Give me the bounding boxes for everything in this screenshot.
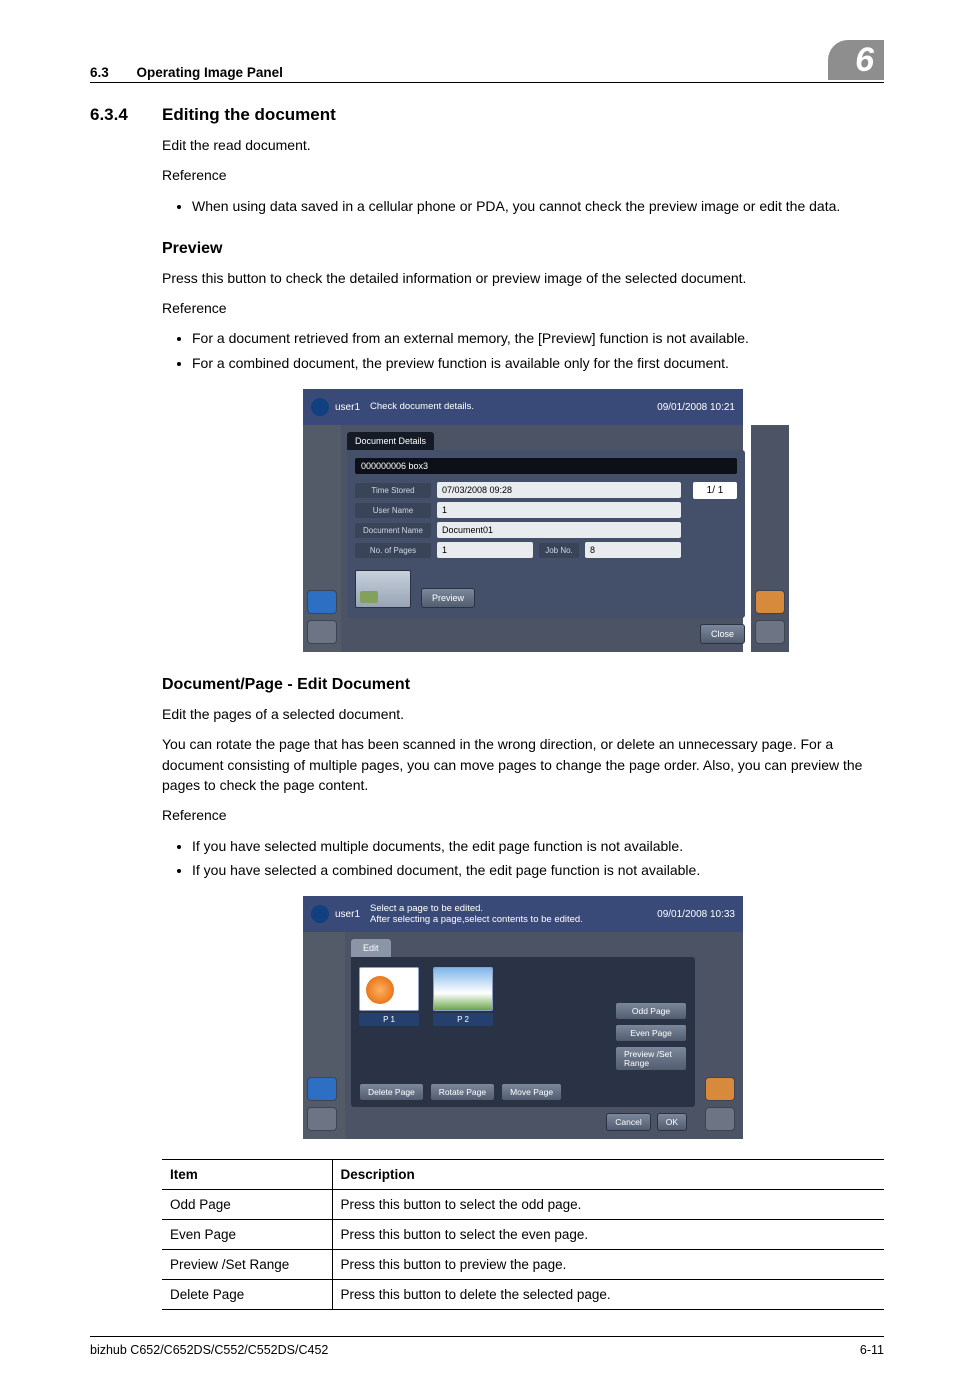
edit-bullet-2: If you have selected a combined document… [192, 860, 884, 880]
rail-icon[interactable] [705, 1077, 735, 1101]
edit-tab[interactable]: Edit [351, 939, 391, 957]
desc-cell: Press this button to delete the selected… [332, 1280, 884, 1310]
footer-model: bizhub C652/C652DS/C552/C552DS/C452 [90, 1343, 328, 1357]
brand-icon [311, 398, 329, 416]
time-stored-value: 07/03/2008 09:28 [437, 482, 681, 498]
edit-document-heading: Document/Page - Edit Document [162, 676, 884, 694]
header-section-number: 6.3 [90, 65, 109, 80]
document-id-bar: 000000006 box3 [355, 458, 737, 474]
preview-bullet-2: For a combined document, the preview fun… [192, 353, 884, 373]
panel-message-line2: After selecting a page,select contents t… [370, 914, 657, 925]
edit-document-paragraph: You can rotate the page that has been sc… [162, 734, 884, 795]
right-icon-rail [751, 425, 789, 652]
running-header: 6.3 Operating Image Panel 6 [90, 40, 884, 83]
close-button[interactable]: Close [700, 624, 745, 644]
header-section-title: Operating Image Panel [137, 65, 283, 80]
preview-heading: Preview [162, 240, 884, 258]
brand-icon [311, 905, 329, 923]
reference-bullet: When using data saved in a cellular phon… [192, 196, 884, 216]
edit-document-intro: Edit the pages of a selected document. [162, 704, 884, 724]
left-icon-rail [303, 932, 345, 1139]
section-number: 6.3.4 [90, 105, 162, 125]
table-row: Even Page Press this button to select th… [162, 1220, 884, 1250]
header-left: 6.3 Operating Image Panel [90, 65, 283, 80]
panel-message: Select a page to be edited. After select… [370, 903, 657, 926]
left-icon-rail [303, 425, 341, 652]
panel-user: user1 [335, 909, 360, 920]
document-details-tab[interactable]: Document Details [347, 432, 434, 450]
edit-page-screenshot: user1 Select a page to be edited. After … [303, 896, 743, 1139]
table-row: Delete Page Press this button to delete … [162, 1280, 884, 1310]
item-cell: Even Page [162, 1220, 332, 1250]
ok-button[interactable]: OK [657, 1113, 687, 1131]
job-no-label: Job No. [539, 543, 579, 558]
document-details-screenshot: user1 Check document details. 09/01/2008… [303, 389, 743, 652]
document-name-label: Document Name [355, 523, 431, 538]
page-thumb-2[interactable]: P 2 [433, 967, 493, 1026]
panel-datetime: 09/01/2008 10:33 [657, 909, 735, 920]
panel-titlebar: user1 Select a page to be edited. After … [303, 896, 743, 932]
footer-page-number: 6-11 [860, 1343, 884, 1357]
reference-label: Reference [162, 805, 884, 825]
rail-icon[interactable] [307, 590, 337, 614]
desc-cell: Press this button to select the even pag… [332, 1220, 884, 1250]
intro-text: Edit the read document. [162, 135, 884, 155]
item-cell: Preview /Set Range [162, 1250, 332, 1280]
user-name-value: 1 [437, 502, 681, 518]
even-page-button[interactable]: Even Page [615, 1024, 687, 1042]
time-stored-label: Time Stored [355, 483, 431, 498]
rail-icon[interactable] [307, 620, 337, 644]
user-name-label: User Name [355, 503, 431, 518]
rail-icon[interactable] [705, 1107, 735, 1131]
rail-icon[interactable] [307, 1107, 337, 1131]
chapter-number-badge: 6 [828, 40, 884, 80]
pages-label: No. of Pages [355, 543, 431, 558]
table-row: Preview /Set Range Press this button to … [162, 1250, 884, 1280]
rotate-page-button[interactable]: Rotate Page [430, 1083, 495, 1101]
rail-icon[interactable] [755, 620, 785, 644]
odd-page-button[interactable]: Odd Page [615, 1002, 687, 1020]
cancel-button[interactable]: Cancel [606, 1113, 650, 1131]
page-thumb-1[interactable]: P 1 [359, 967, 419, 1026]
rail-icon[interactable] [307, 1077, 337, 1101]
item-description-table: Item Description Odd Page Press this but… [162, 1159, 884, 1310]
preview-button[interactable]: Preview [421, 588, 475, 608]
reference-label: Reference [162, 298, 884, 318]
rail-icon[interactable] [755, 590, 785, 614]
edit-bullet-1: If you have selected multiple documents,… [192, 836, 884, 856]
job-no-value: 8 [585, 542, 681, 558]
panel-user: user1 [335, 402, 360, 413]
preview-set-range-button[interactable]: Preview /Set Range [615, 1046, 687, 1071]
item-cell: Delete Page [162, 1280, 332, 1310]
desc-cell: Press this button to select the odd page… [332, 1190, 884, 1220]
document-name-value: Document01 [437, 522, 681, 538]
preview-intro: Press this button to check the detailed … [162, 268, 884, 288]
panel-message: Check document details. [370, 401, 657, 412]
delete-page-button[interactable]: Delete Page [359, 1083, 424, 1101]
page-thumb-label: P 2 [433, 1013, 493, 1026]
section-title: Editing the document [162, 105, 336, 125]
document-thumbnail [355, 570, 411, 608]
page-thumb-label: P 1 [359, 1013, 419, 1026]
desc-cell: Press this button to preview the page. [332, 1250, 884, 1280]
item-cell: Odd Page [162, 1190, 332, 1220]
col-description: Description [332, 1160, 884, 1190]
col-item: Item [162, 1160, 332, 1190]
panel-titlebar: user1 Check document details. 09/01/2008… [303, 389, 743, 425]
panel-datetime: 09/01/2008 10:21 [657, 402, 735, 413]
table-row: Odd Page Press this button to select the… [162, 1190, 884, 1220]
right-icon-rail [701, 932, 743, 1139]
move-page-button[interactable]: Move Page [501, 1083, 562, 1101]
page-footer: bizhub C652/C652DS/C552/C552DS/C452 6-11 [90, 1336, 884, 1357]
pages-value: 1 [437, 542, 533, 558]
panel-message-line1: Select a page to be edited. [370, 903, 657, 914]
preview-bullet-1: For a document retrieved from an externa… [192, 328, 884, 348]
reference-label: Reference [162, 165, 884, 185]
page-indicator: 1/ 1 [693, 482, 737, 499]
